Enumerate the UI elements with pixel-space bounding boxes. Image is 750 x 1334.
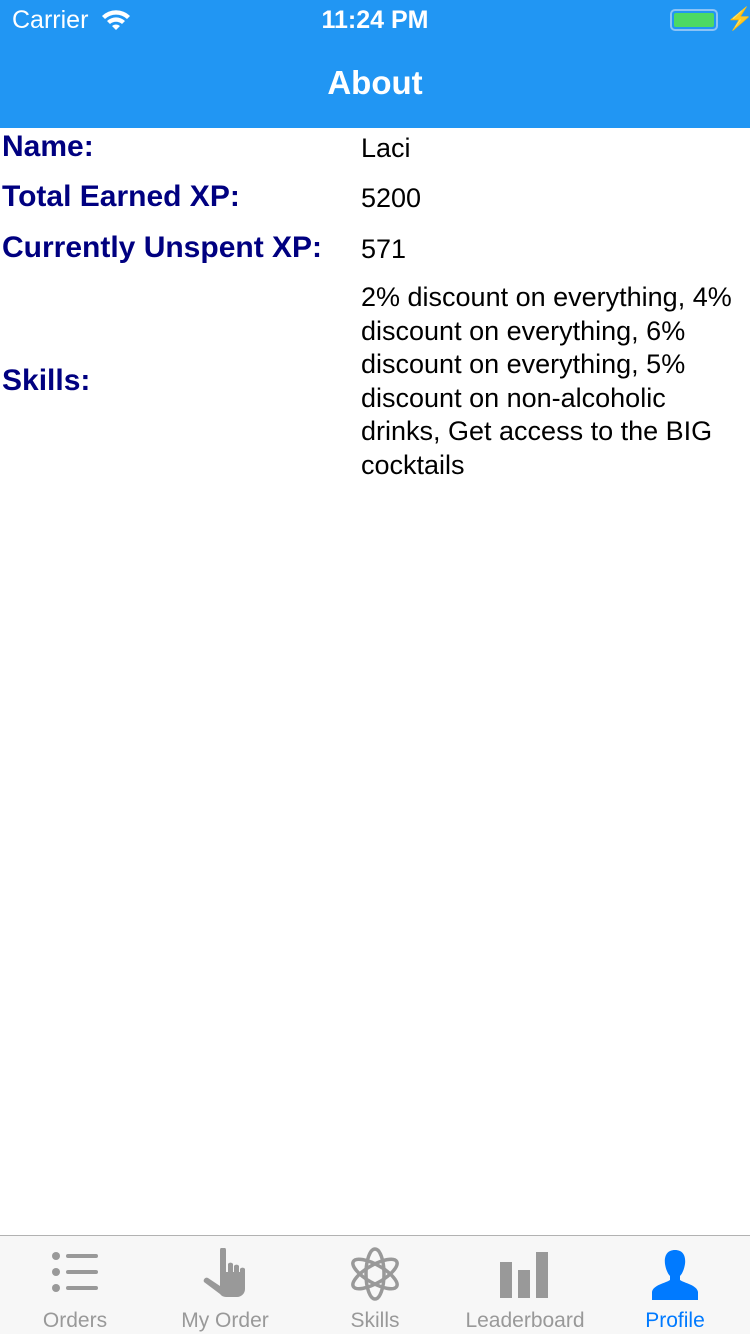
atom-icon	[351, 1247, 399, 1301]
tab-my-order[interactable]: My Order	[150, 1236, 300, 1334]
tab-label: Profile	[645, 1309, 705, 1332]
bar-chart-icon	[500, 1252, 548, 1298]
skills-value: 2% discount on everything, 4% discount o…	[361, 282, 732, 480]
tab-label: Skills	[350, 1309, 400, 1332]
battery-icon	[670, 9, 718, 31]
header: Carrier 11:24 PM ⚡ About	[0, 0, 750, 128]
name-value: Laci	[361, 133, 411, 163]
list-icon	[52, 1252, 98, 1292]
tab-bar: Orders My Order Skills Leaderboard Profi…	[0, 1235, 750, 1334]
tab-label: Leaderboard	[465, 1309, 585, 1332]
tab-label: My Order	[181, 1309, 269, 1332]
tab-profile[interactable]: Profile	[600, 1236, 750, 1334]
total-xp-label: Total Earned XP:	[2, 180, 240, 213]
total-xp-value: 5200	[361, 183, 422, 213]
tab-label: Orders	[42, 1309, 108, 1332]
hand-pointer-icon	[203, 1248, 245, 1297]
unspent-xp-value: 571	[361, 234, 407, 264]
tab-skills[interactable]: Skills	[300, 1236, 450, 1334]
skills-label: Skills:	[2, 364, 91, 397]
tab-leaderboard[interactable]: Leaderboard	[450, 1236, 600, 1334]
tab-orders[interactable]: Orders	[0, 1236, 150, 1334]
unspent-xp-label: Currently Unspent XP:	[2, 231, 323, 264]
clock: 11:24 PM	[321, 6, 429, 34]
person-icon	[652, 1250, 698, 1300]
name-label: Name:	[2, 130, 94, 163]
charging-icon: ⚡	[726, 6, 750, 31]
page-title: About	[327, 64, 423, 101]
